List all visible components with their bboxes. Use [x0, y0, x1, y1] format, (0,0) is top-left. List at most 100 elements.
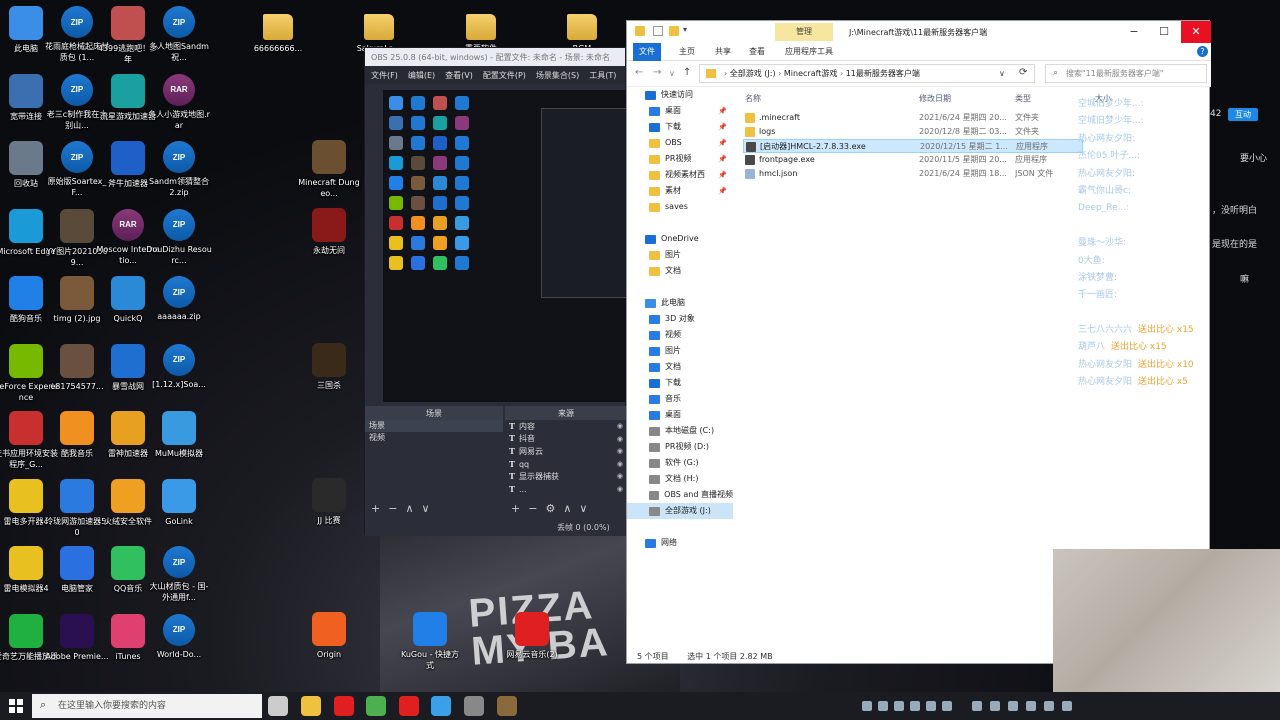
tray-icon[interactable] [942, 701, 952, 711]
obs-menu-item[interactable]: 工具(T) [589, 70, 616, 80]
obs-menu-item[interactable]: 文件(F) [371, 70, 398, 80]
tray-icon[interactable] [878, 701, 888, 711]
desktop-icon[interactable]: ZIP Sandm领猜整合2.zip [146, 141, 212, 198]
up-icon[interactable]: ↑ [683, 67, 691, 78]
nav-item[interactable]: 下载 [627, 375, 733, 391]
file-explorer-icon[interactable] [301, 696, 321, 716]
ribbon-tab[interactable]: 主页 [673, 43, 701, 61]
nav-item[interactable]: PR视频 📌 [627, 151, 733, 167]
desktop-icon[interactable]: ZIP 多人地图Sandm祝... [146, 6, 212, 63]
move-up-icon[interactable]: ∧ [563, 502, 571, 515]
task-view-icon[interactable] [268, 696, 288, 716]
opera-icon[interactable] [334, 696, 354, 716]
file-row[interactable]: .minecraft 2021/6/24 星期四 20... 文件夹 [743, 111, 1083, 125]
nav-item[interactable]: 下载 📌 [627, 119, 733, 135]
tray-icon[interactable] [972, 701, 982, 711]
nav-item[interactable]: 图片 [627, 343, 733, 359]
file-row[interactable]: frontpage.exe 2020/11/5 星期四 20... 应用程序 [743, 153, 1083, 167]
tray-icon[interactable] [910, 701, 920, 711]
nav-item[interactable]: 全部游戏 (J:) [627, 503, 733, 519]
nav-item[interactable]: OBS and 直播视频 [627, 487, 733, 503]
tray-icon[interactable] [1026, 701, 1036, 711]
nav-item[interactable]: OneDrive [627, 231, 733, 247]
column-type[interactable]: 类型 [1015, 93, 1031, 104]
manage-tab[interactable]: 管理 [775, 23, 833, 41]
obs-menu-item[interactable]: 查看(V) [445, 70, 473, 80]
refresh-icon[interactable]: ⟳ [1019, 67, 1027, 78]
ribbon-tab[interactable]: 共享 [709, 43, 737, 61]
source-item[interactable]: T 网易云 ◉ [505, 445, 627, 458]
nav-item[interactable]: 网络 [627, 535, 733, 551]
scene-item[interactable]: 场景 [365, 420, 503, 432]
nav-item[interactable]: 此电脑 [627, 295, 733, 311]
nav-item[interactable]: 文档 [627, 359, 733, 375]
back-icon[interactable]: ← [635, 67, 643, 78]
move-up-icon[interactable]: ∧ [405, 502, 413, 515]
forward-icon[interactable]: → [653, 67, 661, 78]
new-folder-icon[interactable] [669, 26, 679, 36]
desktop-icon[interactable]: ZIP aaaaaa.zip [146, 276, 212, 322]
scene-item[interactable]: 视频 [365, 432, 503, 444]
nav-item[interactable]: 3D 对象 [627, 311, 733, 327]
tray-icon[interactable] [1062, 701, 1072, 711]
nav-item[interactable]: 桌面 📌 [627, 103, 733, 119]
source-item[interactable]: T 显示器捕获 ◉ [505, 470, 627, 483]
move-down-icon[interactable]: ∨ [422, 502, 430, 515]
desktop-icon[interactable]: JJ 比赛 [296, 478, 362, 526]
source-item[interactable]: Tqq ◉ [505, 458, 627, 471]
tray-icon[interactable] [990, 701, 1000, 711]
properties-icon[interactable] [653, 26, 663, 36]
close-button[interactable]: ✕ [1181, 21, 1211, 43]
desktop-icon[interactable]: 永劫无间 [296, 208, 362, 256]
address-bar[interactable]: › 全部游戏 (J:) › Minecraft游戏 › 11最新服务器客户端 [699, 64, 1035, 83]
desktop-icon[interactable]: 三国杀 [296, 343, 362, 391]
desktop-icon[interactable]: 网易云音乐(2) [499, 612, 565, 660]
file-row[interactable]: hmcl.json 2021/6/24 星期四 18... JSON 文件 [743, 167, 1083, 181]
tray-icon[interactable] [926, 701, 936, 711]
address-dropdown-icon[interactable]: ∨ [999, 69, 1005, 78]
tray-icon[interactable] [894, 701, 904, 711]
obs-menu-item[interactable]: 编辑(E) [408, 70, 435, 80]
visibility-eye-icon[interactable]: ◉ [617, 460, 623, 468]
nav-item[interactable]: saves [627, 199, 733, 215]
source-item[interactable]: T 内容 ◉ [505, 420, 627, 433]
remove-source-button[interactable]: − [528, 502, 537, 515]
visibility-eye-icon[interactable]: ◉ [617, 435, 623, 443]
nav-item[interactable]: 音乐 [627, 391, 733, 407]
nav-item[interactable]: 图片 [627, 247, 733, 263]
breadcrumb-item[interactable]: 全部游戏 (J:) [730, 69, 776, 78]
netease-music-icon[interactable] [399, 696, 419, 716]
source-item[interactable]: T... ◉ [505, 483, 627, 496]
desktop-icon[interactable]: GoLink [146, 478, 212, 527]
gear-icon[interactable]: ⚙ [545, 502, 555, 515]
nav-item[interactable]: 视频 [627, 327, 733, 343]
desktop-icon[interactable]: 66666666... [245, 8, 311, 54]
quick-access-dropdown-icon[interactable]: ▾ [683, 25, 687, 34]
desktop-icon[interactable]: ZIP DouDizhu Resourc... [146, 208, 212, 266]
taskbar-search[interactable]: 在这里输入你要搜索的内容 [32, 694, 262, 718]
nav-item[interactable]: 本地磁盘 (C:) [627, 423, 733, 439]
search-input[interactable]: 搜索"11最新服务器客户端" [1045, 64, 1207, 83]
nav-item[interactable]: 快速访问 [627, 87, 733, 103]
obs-menu-item[interactable]: 配置文件(P) [483, 70, 526, 80]
desktop-icon[interactable]: ZIP 大山材质包 - 国-外通用f... [146, 546, 212, 603]
nav-item[interactable]: 软件 (G:) [627, 455, 733, 471]
desktop-icon[interactable]: KuGou - 快捷方式 [397, 612, 463, 671]
desktop-icon[interactable]: Origin [296, 612, 362, 660]
source-item[interactable]: T 抖音 ◉ [505, 433, 627, 446]
column-name[interactable]: 名称 [745, 93, 761, 104]
breadcrumb-item[interactable]: Minecraft游戏 [784, 69, 838, 78]
add-scene-button[interactable]: + [371, 502, 380, 515]
nav-item[interactable]: 文档 (H:) [627, 471, 733, 487]
tray-icon[interactable] [1008, 701, 1018, 711]
minecraft-icon[interactable] [497, 696, 517, 716]
add-source-button[interactable]: + [511, 502, 520, 515]
obs-window[interactable]: OBS 25.0.8 (64-bit, windows) - 配置文件: 未命名… [364, 47, 627, 536]
start-button[interactable] [0, 692, 32, 720]
desktop-icon[interactable]: RAR 多人小游戏地图.rar [146, 73, 212, 131]
column-date[interactable]: 修改日期 [919, 93, 951, 104]
remove-scene-button[interactable]: − [388, 502, 397, 515]
breadcrumb-item[interactable]: 11最新服务器客户端 [846, 69, 920, 78]
nav-item[interactable]: OBS 📌 [627, 135, 733, 151]
nav-item[interactable]: 素材 📌 [627, 183, 733, 199]
